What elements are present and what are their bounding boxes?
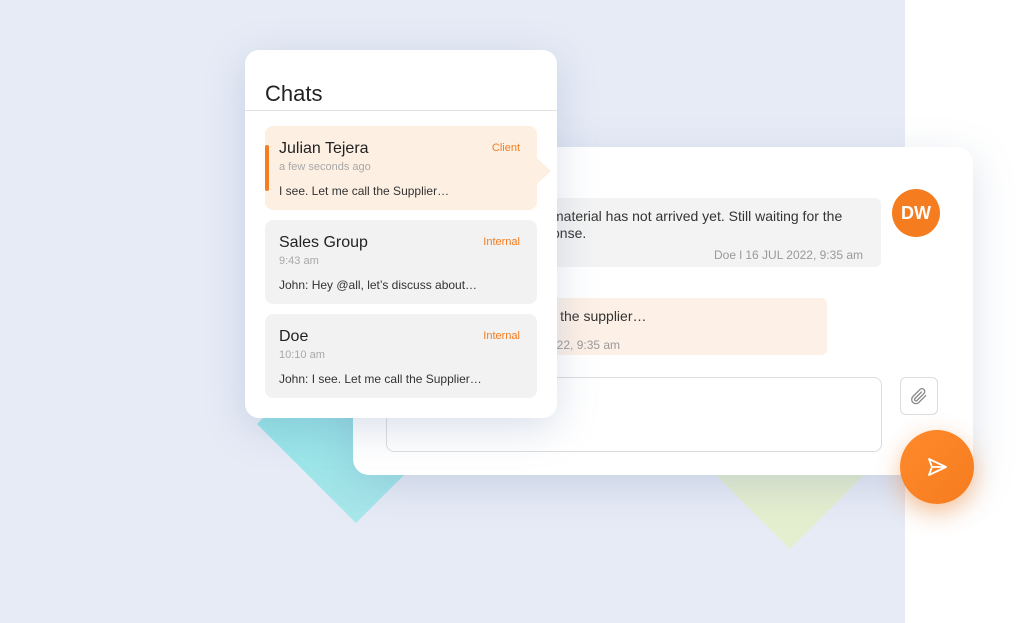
chat-card-julian-tejera[interactable]: Julian Tejera Client a few seconds ago I…	[265, 126, 537, 210]
paperclip-icon	[911, 388, 927, 405]
chat-preview: John: I see. Let me call the Supplier…	[279, 372, 482, 386]
attach-button[interactable]	[900, 377, 938, 415]
decor-diamond-green	[700, 460, 880, 560]
send-icon	[928, 458, 947, 476]
message-bubble-incoming: material has not arrived yet. Still wait…	[538, 198, 881, 267]
chat-tag: Internal	[483, 236, 520, 248]
send-button[interactable]	[900, 430, 974, 504]
message-meta: Doe l 16 JUL 2022, 9:35 am	[714, 248, 863, 262]
chat-preview: John: Hey @all, let’s discuss about…	[279, 278, 478, 292]
chats-panel: Chats Julian Tejera Client a few seconds…	[245, 50, 557, 418]
chat-name: Doe	[279, 328, 309, 345]
chat-tag: Internal	[483, 330, 520, 342]
divider	[245, 110, 557, 111]
chat-time: 9:43 am	[279, 255, 319, 267]
chat-card-doe[interactable]: Doe Internal 10:10 am John: I see. Let m…	[265, 314, 537, 398]
page-title: Chats	[265, 81, 323, 106]
message-text: material has not arrived yet. Still wait…	[552, 208, 843, 241]
chat-preview: I see. Let me call the Supplier…	[279, 184, 450, 198]
chat-name: Julian Tejera	[279, 140, 369, 157]
chat-tag: Client	[491, 142, 520, 154]
chat-time: a few seconds ago	[279, 161, 371, 173]
avatar[interactable]: DW	[892, 189, 940, 237]
chat-card-sales-group[interactable]: Sales Group Internal 9:43 am John: Hey @…	[265, 220, 537, 304]
active-indicator	[265, 145, 269, 191]
active-pointer	[537, 158, 551, 184]
chat-time: 10:10 am	[279, 349, 325, 361]
message-text: ll the supplier…	[550, 308, 647, 324]
message-bubble-outgoing: ll the supplier… 022, 9:35 am	[538, 298, 827, 355]
chat-name: Sales Group	[279, 234, 368, 251]
message-meta: 022, 9:35 am	[550, 338, 621, 352]
